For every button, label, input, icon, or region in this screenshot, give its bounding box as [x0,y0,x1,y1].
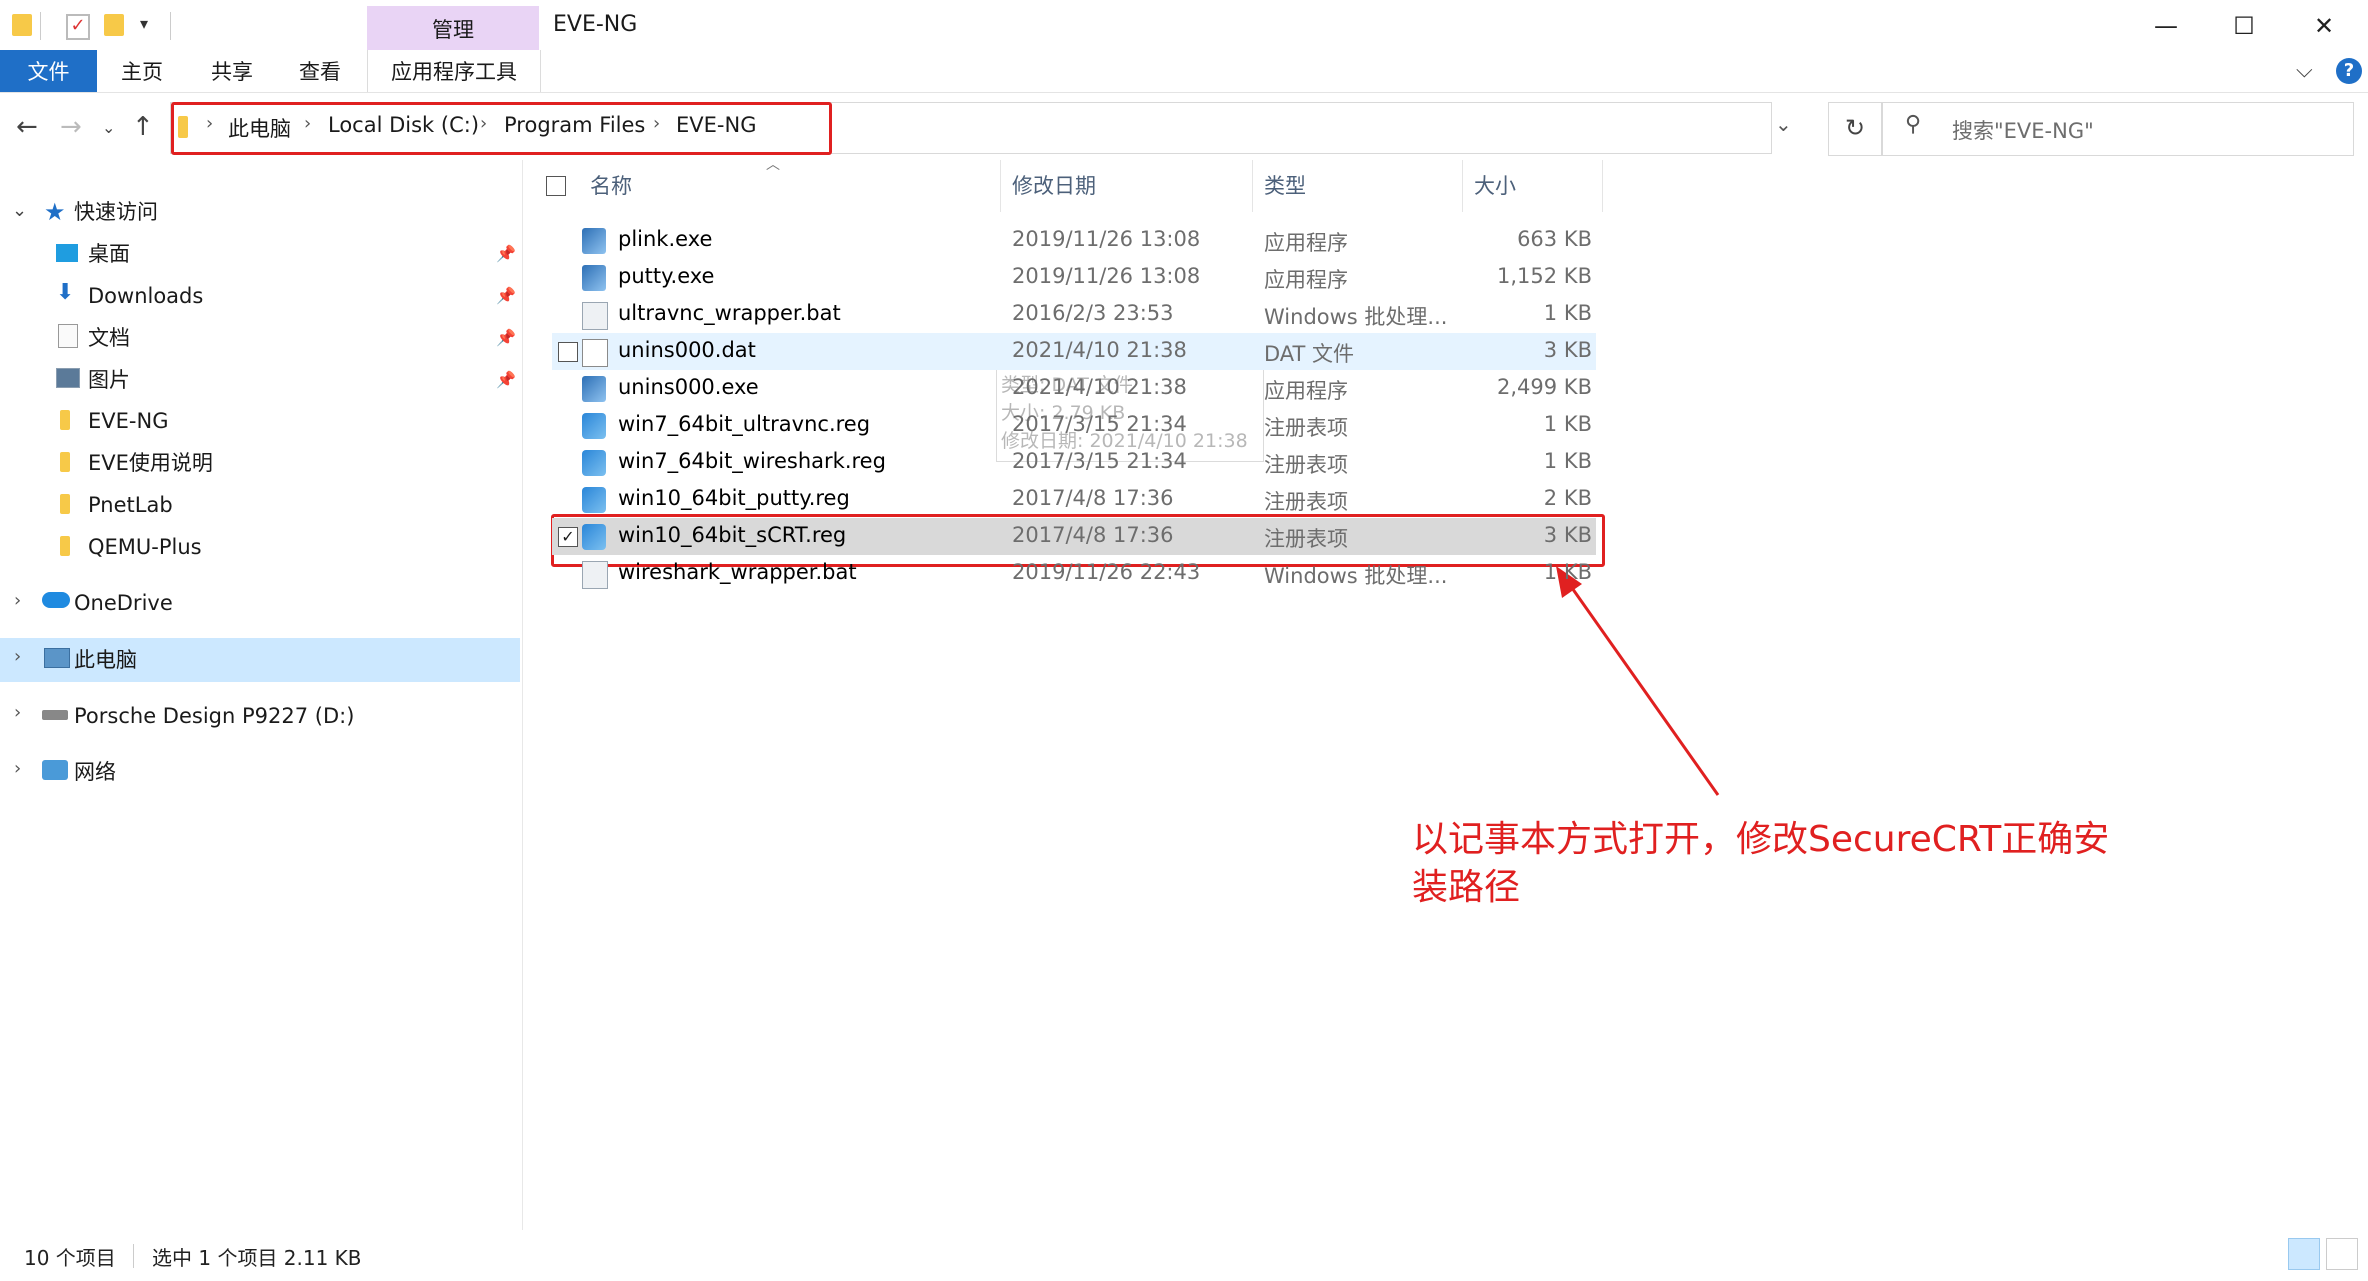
file-size: 3 KB [1543,523,1592,547]
file-date: 2021/4/10 21:38 [1012,338,1187,362]
row-checkbox[interactable]: ✓ [558,527,578,547]
file-size: 3 KB [1543,338,1592,362]
exe-icon [582,228,606,254]
details-view-icon[interactable] [2288,1238,2320,1270]
reg-icon [582,487,606,513]
file-size: 1 KB [1543,449,1592,473]
file-type: Windows 批处理... [1264,305,1448,329]
file-type: 注册表项 [1264,453,1348,477]
file-type: 应用程序 [1264,379,1348,403]
file-name: ultravnc_wrapper.bat [618,301,841,325]
exe-icon [582,376,606,402]
file-type: 注册表项 [1264,527,1348,551]
file-size: 2 KB [1543,486,1592,510]
file-type: 应用程序 [1264,268,1348,292]
reg-icon [582,413,606,439]
divider [133,1244,134,1268]
file-date: 2021/4/10 21:38 [1012,375,1187,399]
file-name: win10_64bit_sCRT.reg [618,523,847,547]
annotation-text: 以记事本方式打开，修改SecureCRT正确安 装路径 [1412,816,2132,912]
bat-icon [582,302,608,330]
status-item-count: 10 个项目 [24,1246,116,1270]
annotation-line-2: 装路径 [1412,867,1521,908]
file-name: unins000.dat [618,338,756,362]
file-date: 2017/3/15 21:34 [1012,412,1187,436]
file-name: putty.exe [618,264,715,288]
file-date: 2017/4/8 17:36 [1012,523,1174,547]
file-name: win7_64bit_ultravnc.reg [618,412,871,436]
file-name: win7_64bit_wireshark.reg [618,449,886,473]
file-size: 1 KB [1543,301,1592,325]
reg-icon [582,450,606,476]
file-date: 2019/11/26 13:08 [1012,227,1201,251]
annotation-line-1: 以记事本方式打开，修改SecureCRT正确安 [1412,819,2110,860]
row-checkbox[interactable] [558,342,578,362]
file-name: plink.exe [618,227,713,251]
file-size: 1 KB [1543,412,1592,436]
file-name: win10_64bit_putty.reg [618,486,850,510]
file-date: 2017/4/8 17:36 [1012,486,1174,510]
exe-icon [582,265,606,291]
file-size: 1,152 KB [1497,264,1592,288]
file-icon [582,339,608,367]
large-icons-view-icon[interactable] [2326,1238,2358,1270]
file-name: wireshark_wrapper.bat [618,560,857,584]
file-date: 2019/11/26 13:08 [1012,264,1201,288]
status-selection: 选中 1 个项目 2.11 KB [152,1246,362,1270]
reg-icon [582,524,606,550]
file-date: 2016/2/3 23:53 [1012,301,1174,325]
file-date: 2019/11/26 22:43 [1012,560,1201,584]
file-type: 应用程序 [1264,231,1348,255]
file-type: DAT 文件 [1264,342,1355,366]
bat-icon [582,561,608,589]
annotation-arrow [1556,566,1720,796]
file-size: 663 KB [1517,227,1592,251]
file-date: 2017/3/15 21:34 [1012,449,1187,473]
file-size: 2,499 KB [1497,375,1592,399]
file-name: unins000.exe [618,375,759,399]
file-size: 1 KB [1543,560,1592,584]
file-type: 注册表项 [1264,490,1348,514]
file-type: Windows 批处理... [1264,564,1448,588]
file-type: 注册表项 [1264,416,1348,440]
